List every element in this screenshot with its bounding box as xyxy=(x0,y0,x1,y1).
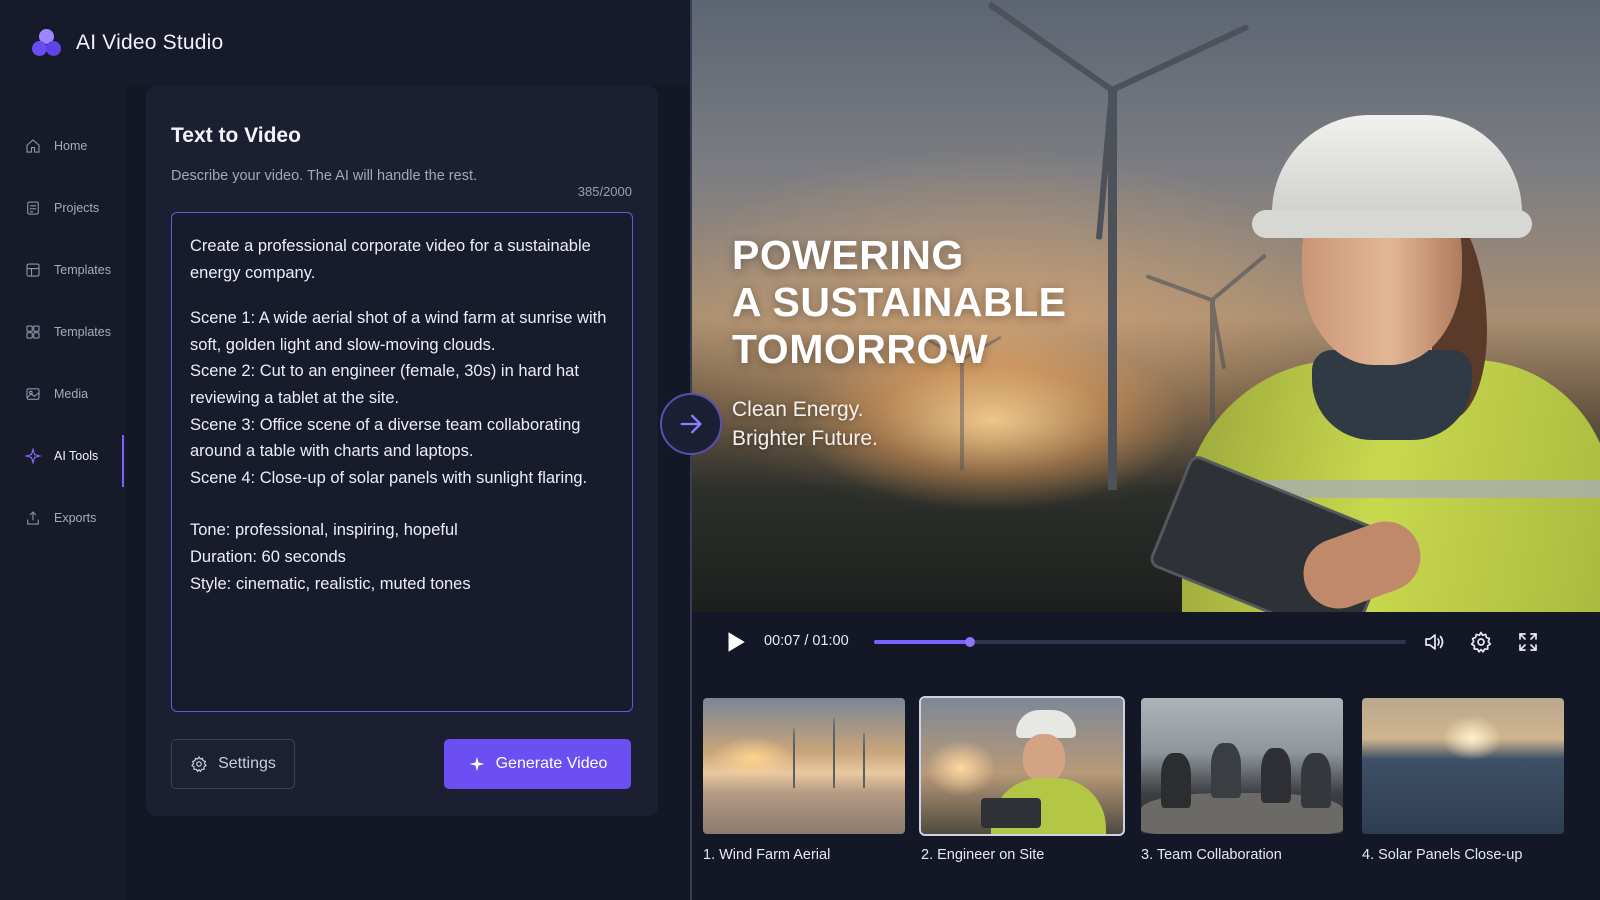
gear-icon xyxy=(1470,631,1492,653)
prompt-style: Style: cinematic, realistic, muted tones xyxy=(190,574,471,593)
panel-subtitle: Describe your video. The AI will handle … xyxy=(171,168,478,184)
sidebar-item-label: Media xyxy=(54,387,89,401)
volume-icon xyxy=(1425,634,1444,650)
media-icon xyxy=(24,385,42,403)
sparkle-icon xyxy=(469,756,485,772)
home-icon xyxy=(24,137,42,155)
settings-button-label: Settings xyxy=(218,755,276,772)
projects-icon xyxy=(24,199,42,217)
sidebar-item-label: Projects xyxy=(54,201,100,215)
sidebar-item-label: AI Tools xyxy=(54,449,99,463)
sidebar-item-templates-2[interactable]: Templates xyxy=(0,309,126,355)
panel-title: Text to Video xyxy=(171,124,301,147)
prompt-tone: Tone: professional, inspiring, hopeful xyxy=(190,521,458,540)
prompt-textarea[interactable]: Create a professional corporate video fo… xyxy=(171,212,633,712)
prompt-intro: Create a professional corporate video fo… xyxy=(190,237,591,282)
scene-label-1: 1. Wind Farm Aerial xyxy=(703,847,831,863)
fullscreen-button[interactable] xyxy=(1516,630,1540,654)
fullscreen-icon xyxy=(1519,633,1537,651)
app-title: AI Video Studio xyxy=(76,31,224,54)
engineer-figure-illustration xyxy=(1147,60,1600,612)
prompt-scene-1: Scene 1: A wide aerial shot of a wind fa… xyxy=(190,309,607,354)
generate-video-button[interactable]: Generate Video xyxy=(444,739,631,789)
sidebar-item-media[interactable]: Media xyxy=(0,371,126,417)
play-button[interactable] xyxy=(722,629,748,655)
sidebar-item-label: Templates xyxy=(54,263,111,277)
sidebar-item-templates[interactable]: Templates xyxy=(0,247,126,293)
progress-fill xyxy=(874,640,970,644)
player-controls: 00:07 / 01:00 xyxy=(692,612,1600,672)
templates-icon xyxy=(24,261,42,279)
scene-label-3: 3. Team Collaboration xyxy=(1141,847,1282,863)
prompt-duration: Duration: 60 seconds xyxy=(190,547,346,566)
sidebar-item-ai-tools[interactable]: AI Tools xyxy=(0,433,126,487)
video-preview[interactable]: POWERING A SUSTAINABLE TOMORROW Clean En… xyxy=(692,0,1600,612)
scene-thumbnail-4[interactable] xyxy=(1362,698,1564,834)
generate-button-label: Generate Video xyxy=(495,755,608,772)
sidebar-item-label: Exports xyxy=(54,511,97,525)
scene-thumbnail-3[interactable] xyxy=(1141,698,1343,834)
scene-thumbnail-1[interactable] xyxy=(703,698,905,834)
sidebar: Home Projects Templates Templates Media … xyxy=(0,86,126,900)
settings-button[interactable]: Settings xyxy=(171,739,295,789)
character-count: 385/2000 xyxy=(577,184,632,199)
player-settings-button[interactable] xyxy=(1469,630,1493,654)
sidebar-item-exports[interactable]: Exports xyxy=(0,495,126,541)
video-tagline: Clean Energy. Brighter Future. xyxy=(732,398,878,450)
progress-handle[interactable] xyxy=(964,637,975,647)
video-headline: POWERING A SUSTAINABLE TOMORROW xyxy=(732,232,1067,372)
prompt-scene-4: Scene 4: Close-up of solar panels with s… xyxy=(190,468,588,487)
gear-icon xyxy=(191,755,207,773)
text-to-video-panel: Text to Video Describe your video. The A… xyxy=(146,86,658,816)
sidebar-item-label: Templates xyxy=(54,325,111,339)
play-icon xyxy=(728,632,745,652)
templates-grid-icon xyxy=(24,323,42,341)
app-header: AI Video Studio xyxy=(0,0,690,86)
app-logo-icon xyxy=(30,26,64,60)
prompt-scene-3: Scene 3: Office scene of a diverse team … xyxy=(190,415,581,461)
send-to-preview-button[interactable] xyxy=(660,393,722,455)
prompt-scene-2: Scene 2: Cut to an engineer (female, 30s… xyxy=(190,362,579,407)
sidebar-item-label: Home xyxy=(54,139,88,153)
volume-button[interactable] xyxy=(1422,630,1446,654)
progress-bar[interactable] xyxy=(874,637,1406,647)
sidebar-item-projects[interactable]: Projects xyxy=(0,185,126,231)
arrow-right-icon xyxy=(680,414,702,434)
sidebar-item-home[interactable]: Home xyxy=(0,123,126,169)
scene-thumbnail-2[interactable] xyxy=(919,696,1125,836)
playback-time: 00:07 / 01:00 xyxy=(764,633,849,649)
sparkle-icon xyxy=(24,447,42,465)
export-icon xyxy=(24,509,42,527)
scene-label-2: 2. Engineer on Site xyxy=(921,847,1045,863)
scene-label-4: 4. Solar Panels Close-up xyxy=(1362,847,1523,863)
